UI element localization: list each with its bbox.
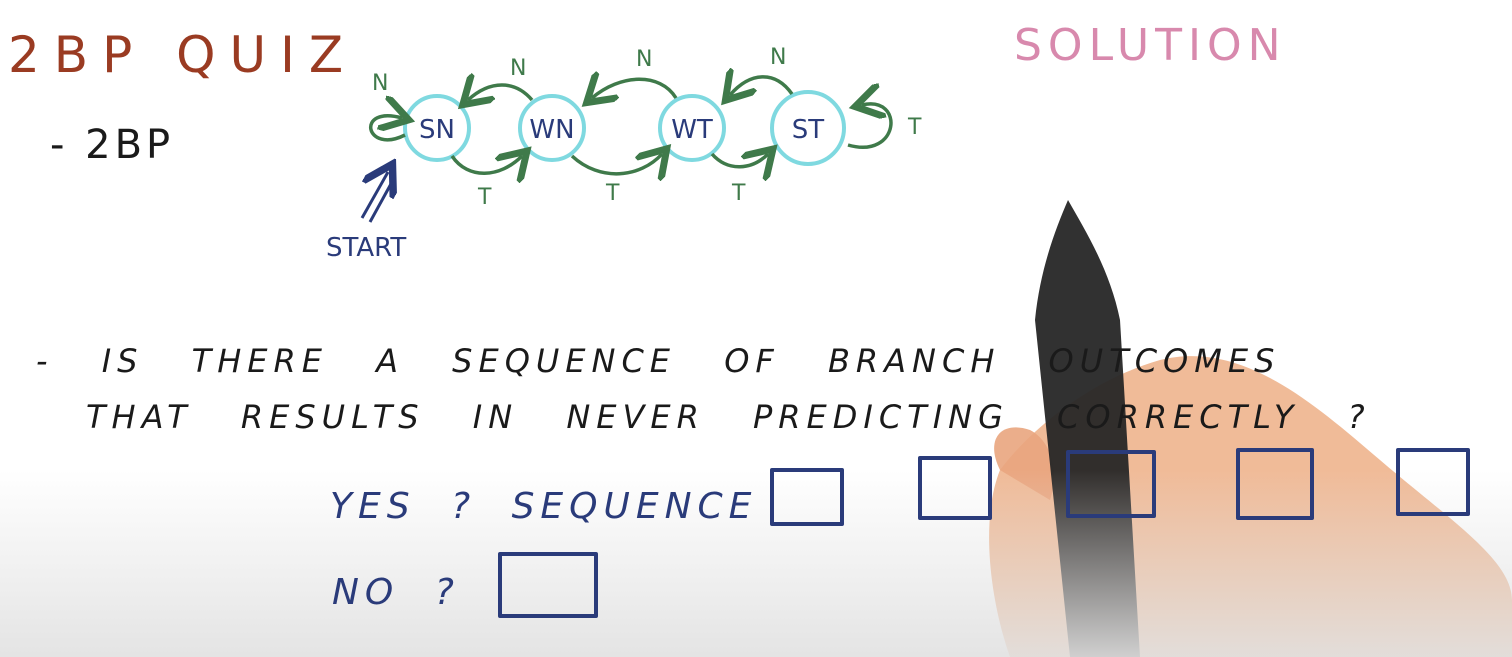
bullet-2bp: - 2BP — [50, 122, 175, 168]
question-line-1: - IS THERE A SEQUENCE OF BRANCH OUTCOMES — [36, 342, 1281, 380]
label-t-st-self: T — [907, 115, 922, 140]
page-title: 2BP QUIZ — [8, 26, 358, 84]
sequence-box-3[interactable] — [1066, 450, 1156, 518]
sequence-box-2[interactable] — [918, 456, 992, 520]
state-label-st: ST — [792, 115, 825, 145]
label-t-wn-wt: T — [605, 181, 620, 206]
no-label: NO ? — [332, 572, 460, 613]
arrow-sn-wn-t — [450, 156, 522, 173]
arrow-st-wt-n — [730, 77, 794, 95]
sequence-box-4[interactable] — [1236, 448, 1314, 520]
question-line-2: THAT RESULTS IN NEVER PREDICTING CORRECT… — [86, 398, 1371, 436]
sequence-box-1[interactable] — [770, 468, 844, 526]
start-label: START — [326, 233, 406, 263]
arrow-wt-st-t — [710, 154, 768, 167]
label-n-wn-sn: N — [510, 56, 526, 81]
state-label-sn: SN — [419, 115, 455, 145]
label-n-sn-self: N — [372, 71, 388, 96]
label-n-st-wt: N — [770, 45, 786, 70]
label-t-wt-st: T — [731, 181, 746, 206]
state-diagram: SN WN WT ST N N N N T T T T START — [326, 45, 922, 263]
yes-label: YES ? SEQUENCE — [330, 486, 758, 527]
no-answer-box[interactable] — [498, 552, 598, 618]
whiteboard: SN WN WT ST N N N N T T T T START — [326, 45, 1512, 657]
arrow-wn-wt-t — [570, 154, 662, 174]
start-arrow-second-stroke — [368, 181, 394, 223]
label-t-sn-wn: T — [477, 185, 492, 210]
arrow-st-self-t — [847, 104, 893, 149]
label-n-wt-wn: N — [636, 47, 652, 72]
state-label-wn: WN — [529, 115, 574, 145]
solution-label: SOLUTION — [1014, 20, 1287, 71]
sequence-box-5[interactable] — [1396, 448, 1470, 516]
arrow-sn-self-n — [368, 116, 405, 142]
arrow-wn-sn-n — [468, 85, 534, 100]
arrow-wt-wn-n — [592, 79, 678, 98]
state-label-wt: WT — [671, 115, 713, 145]
